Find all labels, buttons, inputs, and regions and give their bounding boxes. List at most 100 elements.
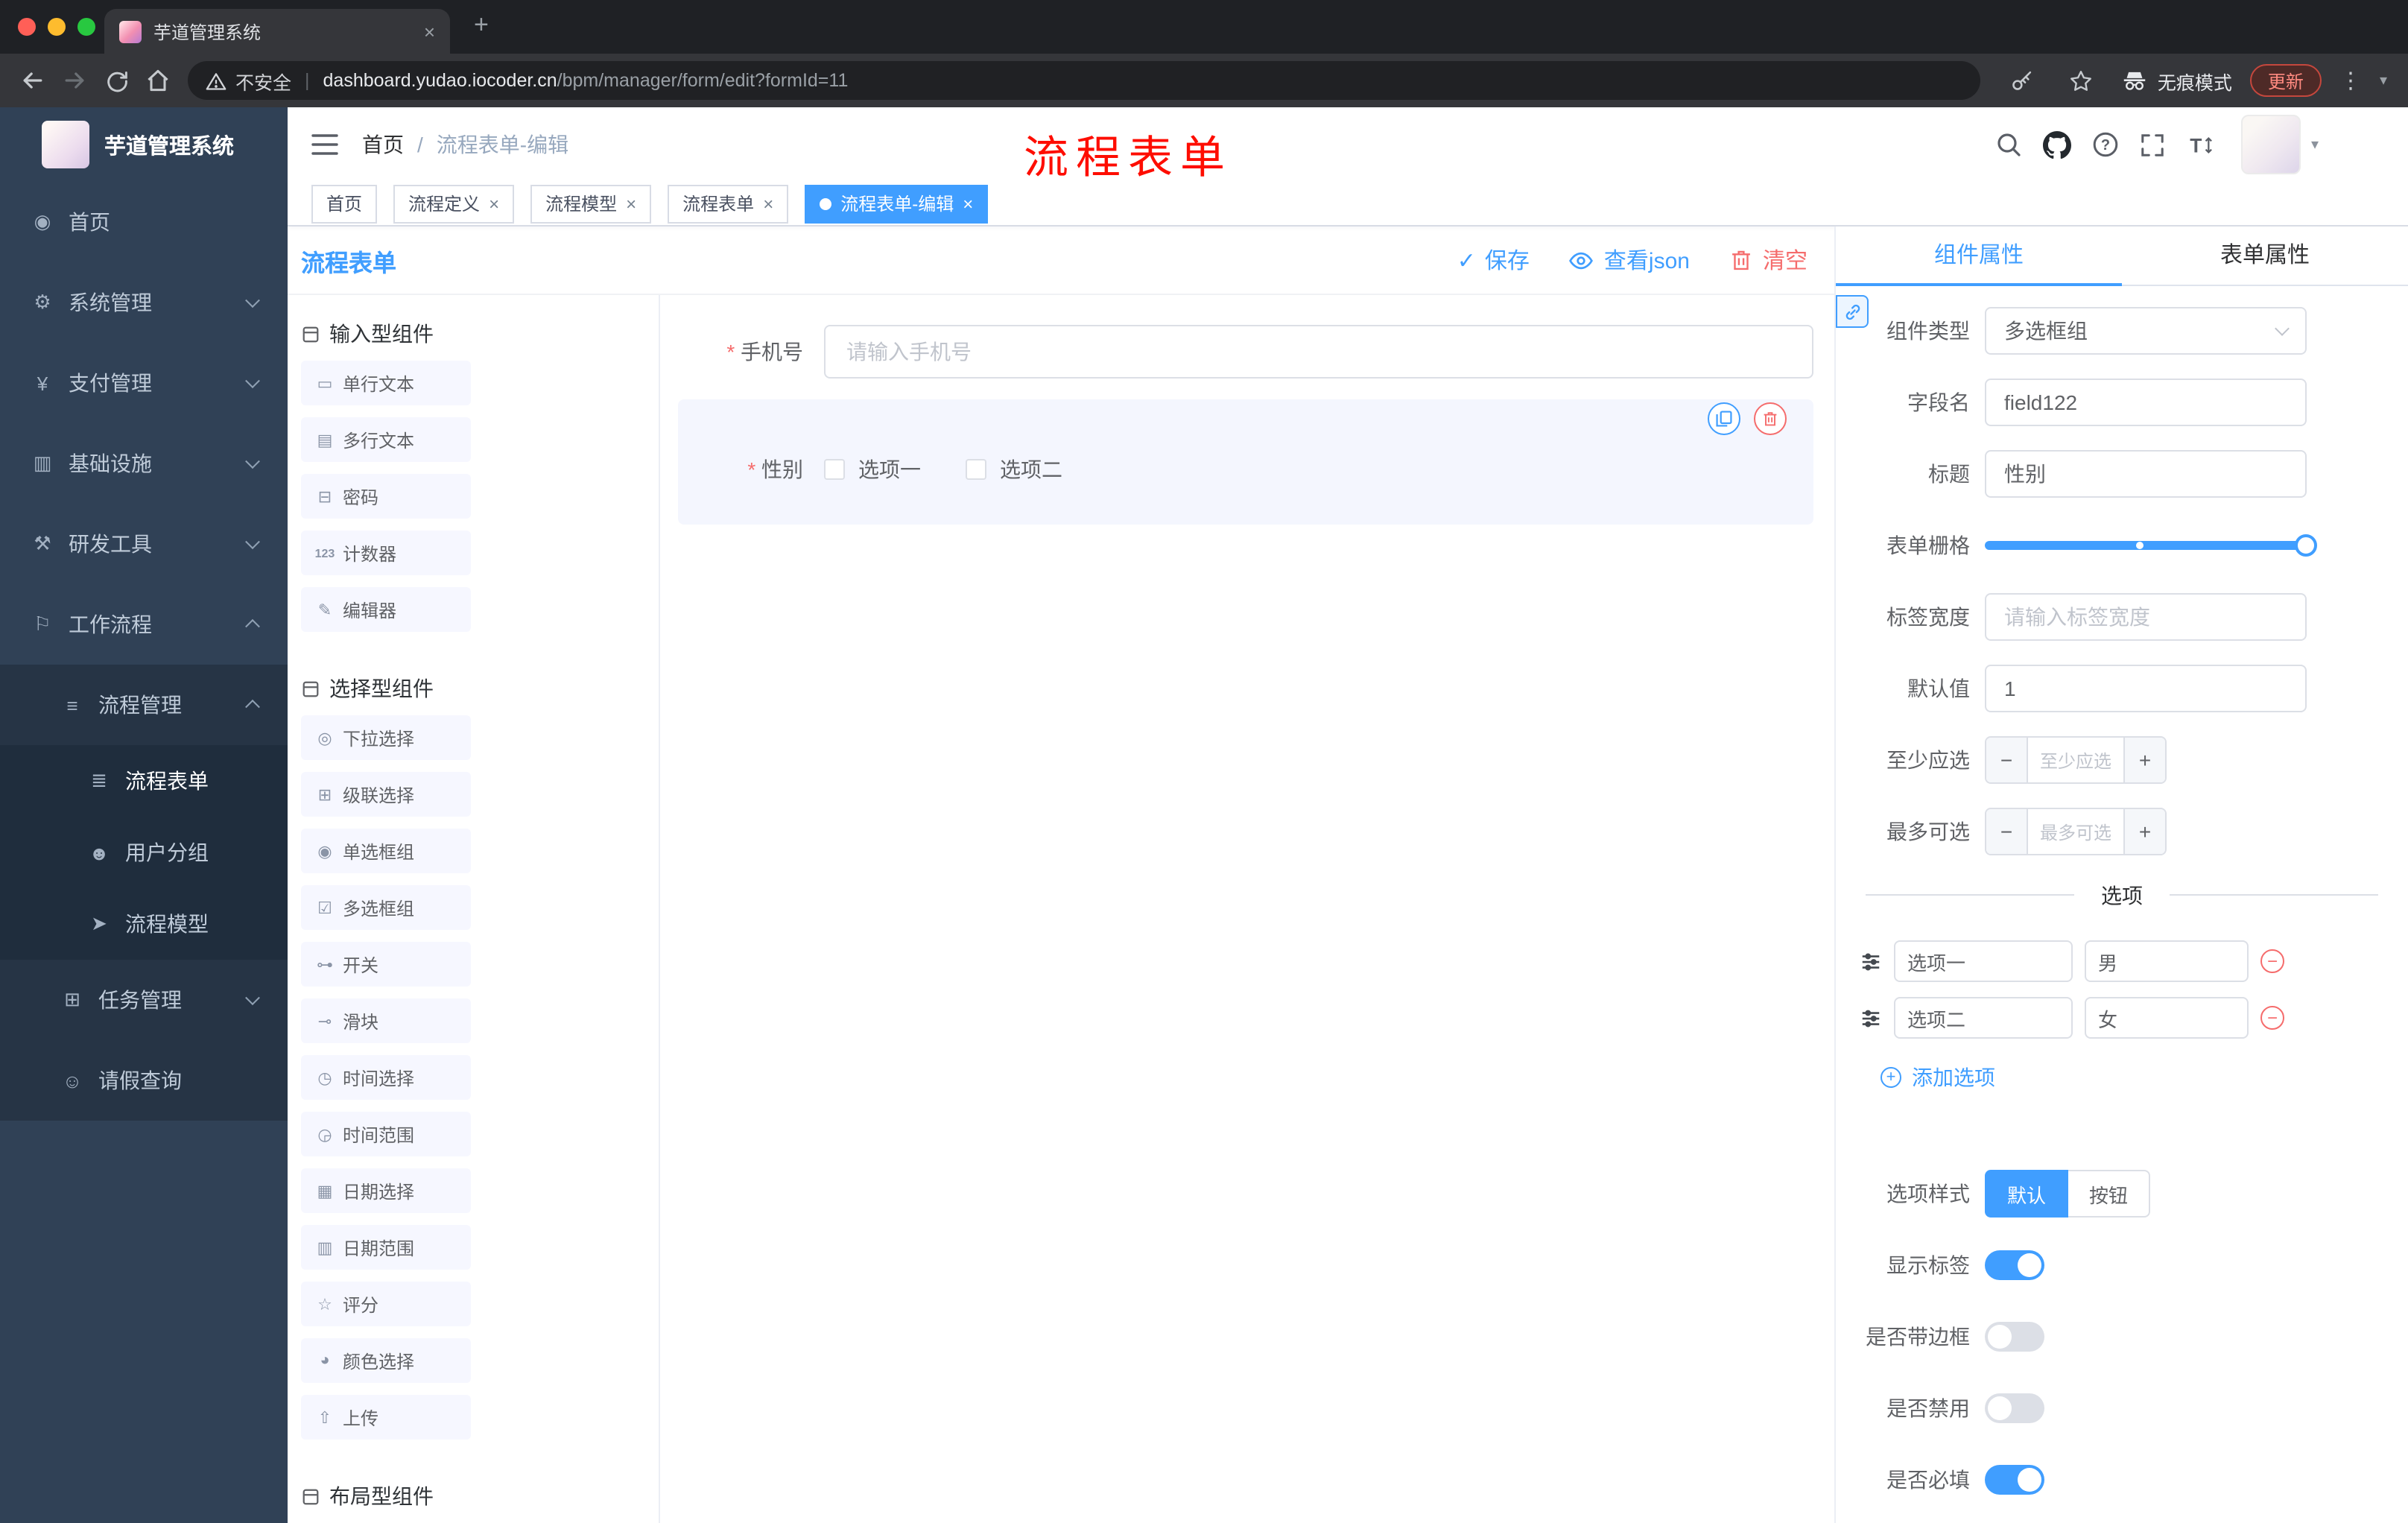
option-name-input[interactable] [1894,940,2073,982]
sidebar-logo[interactable]: 芋道管理系统 [0,107,288,182]
increase-button[interactable]: + [2123,809,2165,854]
maximize-window-button[interactable] [77,18,95,36]
option-name-input[interactable] [1894,997,2073,1039]
default-value-input[interactable] [1985,665,2307,712]
palette-item-input[interactable]: ▭ 单行文本 [301,361,471,405]
search-icon[interactable] [1995,131,2022,158]
sidebar-item-user-group[interactable]: ☻ 用户分组 [0,817,288,888]
close-icon[interactable]: × [763,193,773,214]
title-input[interactable] [1985,450,2307,498]
max-select-value[interactable]: 最多可选 [2028,809,2123,854]
save-button[interactable]: ✓ 保存 [1457,244,1530,276]
palette-item-textarea[interactable]: ▤ 多行文本 [301,417,471,462]
sidebar-item-infrastructure[interactable]: ▥ 基础设施 [0,423,288,504]
sidebar-item-task-management[interactable]: ⊞ 任务管理 [0,960,288,1040]
option-value-input[interactable] [2085,940,2249,982]
border-toggle[interactable] [1985,1322,2044,1352]
close-icon[interactable]: × [626,193,636,214]
palette-item-date-range[interactable]: ▥ 日期范围 [301,1225,471,1270]
new-tab-button[interactable]: + [474,11,489,39]
avatar[interactable] [2240,115,2301,174]
font-size-icon[interactable]: T [2186,132,2214,157]
copy-field-button[interactable] [1708,402,1740,435]
browser-menu-icon[interactable]: ⋮ [2339,67,2362,94]
back-button[interactable] [12,60,54,101]
style-button-button[interactable]: 按钮 [2068,1170,2151,1218]
fullscreen-icon[interactable] [2140,132,2165,157]
option-value-input[interactable] [2085,997,2249,1039]
close-icon[interactable]: × [424,20,435,42]
palette-item-cascader[interactable]: ⊞ 级联选择 [301,772,471,817]
min-select-value[interactable]: 至少应选 [2028,738,2123,782]
remove-option-button[interactable]: − [2260,1006,2284,1030]
component-type-select[interactable]: 多选框组 [1985,307,2307,355]
palette-item-upload[interactable]: ⇧ 上传 [301,1395,471,1440]
user-menu[interactable]: ▾ [2240,115,2319,174]
help-icon[interactable]: ? [2092,131,2119,158]
delete-field-button[interactable] [1754,402,1787,435]
close-icon[interactable]: × [963,193,973,214]
key-icon[interactable] [2001,60,2043,101]
palette-item-slider[interactable]: ⊸ 滑块 [301,998,471,1043]
sidebar-item-workflow[interactable]: ⚐ 工作流程 [0,584,288,665]
palette-item-checkbox-group[interactable]: ☑ 多选框组 [301,885,471,930]
decrease-button[interactable]: − [1986,809,2028,854]
sidebar-item-system-management[interactable]: ⚙ 系统管理 [0,262,288,343]
browser-tab[interactable]: 芋道管理系统 × [104,9,450,54]
show-label-toggle[interactable] [1985,1250,2044,1280]
palette-item-date-picker[interactable]: ▦ 日期选择 [301,1168,471,1213]
palette-item-radio-group[interactable]: ◉ 单选框组 [301,829,471,873]
palette-item-password[interactable]: ⊟ 密码 [301,474,471,519]
reload-button[interactable] [95,60,137,101]
increase-button[interactable]: + [2123,738,2165,782]
slider-handle[interactable] [2295,534,2317,557]
hamburger-icon[interactable] [311,133,338,156]
style-default-button[interactable]: 默认 [1985,1170,2069,1218]
link-anchor-button[interactable] [1836,295,1869,328]
tab-form-props[interactable]: 表单属性 [2122,227,2408,285]
required-toggle[interactable] [1985,1465,2044,1495]
grid-slider[interactable] [1985,522,2317,569]
github-icon[interactable] [2042,130,2071,159]
checkbox-option-1[interactable]: 选项一 [824,455,921,484]
sidebar-item-leave-query[interactable]: ☺ 请假查询 [0,1040,288,1121]
disabled-toggle[interactable] [1985,1393,2044,1423]
browser-caret-icon[interactable]: ▾ [2380,72,2387,89]
sidebar-item-home[interactable]: ◉ 首页 [0,182,288,262]
sidebar-item-dev-tools[interactable]: ⚒ 研发工具 [0,504,288,584]
forward-button[interactable] [54,60,95,101]
phone-input[interactable] [824,325,1813,379]
sidebar-item-process-model[interactable]: ➤ 流程模型 [0,888,288,960]
palette-item-editor[interactable]: ✎ 编辑器 [301,587,471,632]
clear-button[interactable]: 清空 [1729,244,1807,276]
add-option-button[interactable]: + 添加选项 [1881,1063,2408,1092]
palette-item-time-picker[interactable]: ◷ 时间选择 [301,1055,471,1100]
home-button[interactable] [137,60,179,101]
drag-handle-icon[interactable] [1860,950,1882,972]
remove-option-button[interactable]: − [2260,949,2284,973]
palette-item-time-range[interactable]: ◶ 时间范围 [301,1112,471,1156]
tag-process-form-edit[interactable]: 流程表单-编辑 × [805,184,989,223]
label-width-input[interactable] [1985,593,2307,641]
tag-home[interactable]: 首页 [311,184,378,223]
view-json-button[interactable]: 查看json [1568,244,1690,276]
canvas-field-phone[interactable]: 手机号 [678,316,1813,387]
minimize-window-button[interactable] [48,18,66,36]
sidebar-item-process-form[interactable]: ≣ 流程表单 [0,745,288,817]
tag-process-form[interactable]: 流程表单 × [668,184,789,223]
address-bar[interactable]: 不安全 | dashboard.yudao.iocoder.cn/bpm/man… [188,61,1980,100]
update-button[interactable]: 更新 [2249,64,2322,97]
canvas-field-gender-selected[interactable]: 性别 选项一 选项二 [678,399,1813,525]
close-window-button[interactable] [18,18,36,36]
decrease-button[interactable]: − [1986,738,2028,782]
sidebar-item-process-management[interactable]: ≡ 流程管理 [0,665,288,745]
tag-process-model[interactable]: 流程模型 × [530,184,652,223]
palette-item-rate[interactable]: ☆ 评分 [301,1282,471,1326]
checkbox-option-2[interactable]: 选项二 [966,455,1062,484]
drag-handle-icon[interactable] [1860,1007,1882,1029]
form-canvas[interactable]: 手机号 [660,295,1834,1523]
palette-item-color-picker[interactable]: ◕ 颜色选择 [301,1338,471,1383]
breadcrumb-home[interactable]: 首页 [362,130,404,159]
palette-item-select[interactable]: ◎ 下拉选择 [301,715,471,760]
tab-component-props[interactable]: 组件属性 [1836,227,2122,286]
